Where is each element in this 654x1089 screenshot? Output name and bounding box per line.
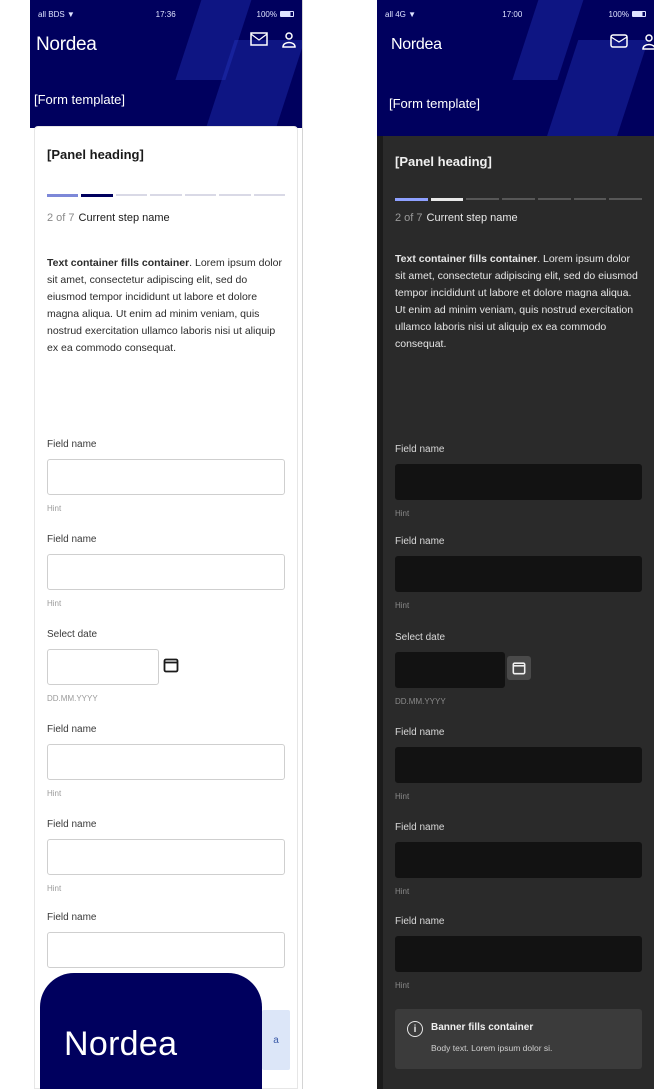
text-input[interactable] (47, 839, 285, 875)
status-bar: all 4G ▼ 17:00 100% (385, 8, 646, 20)
text-input[interactable] (47, 932, 285, 968)
text-input[interactable] (395, 936, 642, 972)
clock: 17:36 (155, 9, 176, 19)
field-hint: Hint (47, 884, 62, 893)
text-field: Field name Hint (395, 727, 642, 807)
field-label: Select date (47, 629, 98, 640)
dark-mode-screen: all 4G ▼ 17:00 100% Nordea [Form templat… (377, 0, 654, 1089)
primary-button[interactable]: a (262, 1010, 290, 1070)
text-field: Field name Hint (47, 534, 285, 614)
field-label: Field name (395, 916, 445, 927)
field-label: Field name (47, 724, 97, 735)
calendar-icon[interactable] (161, 655, 181, 675)
field-label: Field name (395, 536, 445, 547)
calendar-icon[interactable] (507, 656, 531, 680)
step-indicator: 2 of 7 Current step name (47, 212, 170, 224)
mail-icon[interactable] (610, 34, 628, 50)
field-label: Field name (47, 439, 97, 450)
field-hint: Hint (47, 789, 62, 798)
battery-indicator: 100% (257, 10, 294, 19)
profile-icon[interactable] (642, 34, 654, 50)
field-hint: Hint (395, 509, 410, 518)
text-input[interactable] (47, 459, 285, 495)
form-title: [Form template] (389, 96, 481, 111)
clock: 17:00 (502, 9, 523, 19)
text-input[interactable] (395, 842, 642, 878)
field-label: Field name (395, 444, 445, 455)
field-hint: Hint (47, 599, 62, 608)
app-icon-wordmark: Nordea (64, 1025, 178, 1063)
text-input[interactable] (47, 554, 285, 590)
text-input[interactable] (395, 556, 642, 592)
date-field: Select date DD.MM.YYYY (47, 629, 285, 709)
text-field: Field name Hint (395, 916, 642, 996)
profile-icon[interactable] (282, 32, 296, 48)
app-header: all BDS ▼ 17:36 100% Nordea [Form templa… (30, 0, 302, 128)
field-hint: Hint (395, 887, 410, 896)
battery-indicator: 100% (609, 10, 646, 19)
field-hint: Hint (395, 601, 410, 610)
info-banner: i Banner fills container Body text. Lore… (395, 1009, 642, 1069)
text-field: Field name Hint (47, 439, 285, 519)
panel-heading: [Panel heading] (47, 147, 144, 162)
field-label: Field name (395, 822, 445, 833)
date-input[interactable] (395, 652, 505, 688)
text-container: Text container fills container. Lorem ip… (47, 257, 282, 354)
banner-title: Banner fills container (431, 1022, 534, 1033)
form-panel: [Panel heading] 2 of 7 Current step name … (383, 136, 654, 1089)
progress-stepper (47, 194, 285, 198)
text-field: Field name Hint (395, 822, 642, 902)
text-input[interactable] (395, 464, 642, 500)
form-title: [Form template] (34, 92, 126, 107)
field-hint: DD.MM.YYYY (395, 697, 446, 706)
banner-text: Body text. Lorem ipsum dolor si. (431, 1043, 553, 1053)
brand-logo: Nordea (391, 36, 442, 53)
date-field: Select date DD.MM.YYYY (395, 632, 642, 712)
field-label: Field name (47, 819, 97, 830)
step-indicator: 2 of 7 Current step name (395, 212, 518, 224)
text-field: Field name Hint (47, 819, 285, 899)
field-hint: Hint (395, 792, 410, 801)
field-hint: DD.MM.YYYY (47, 694, 98, 703)
field-label: Select date (395, 632, 446, 643)
light-mode-screen: all BDS ▼ 17:36 100% Nordea [Form templa… (30, 0, 303, 1089)
field-label: Field name (395, 727, 445, 738)
text-input[interactable] (47, 744, 285, 780)
text-container: Text container fills container. Lorem ip… (395, 253, 638, 350)
field-label: Field name (47, 912, 97, 923)
panel-heading: [Panel heading] (395, 154, 492, 169)
brand-logo: Nordea (36, 34, 97, 55)
mail-icon[interactable] (250, 32, 268, 48)
field-label: Field name (47, 534, 97, 545)
nordea-app-icon: Nordea (40, 973, 262, 1089)
date-input[interactable] (47, 649, 159, 685)
status-bar: all BDS ▼ 17:36 100% (38, 8, 294, 20)
form-panel: [Panel heading] 2 of 7 Current step name … (34, 126, 298, 1089)
field-hint: Hint (47, 504, 62, 513)
text-input[interactable] (395, 747, 642, 783)
signal-indicator: all 4G ▼ (385, 9, 417, 19)
field-hint: Hint (395, 981, 410, 990)
text-field: Field name Hint (395, 536, 642, 616)
text-field: Field name Hint (47, 724, 285, 804)
app-header: all 4G ▼ 17:00 100% Nordea [Form templat… (377, 0, 654, 136)
signal-indicator: all BDS ▼ (38, 9, 75, 19)
progress-stepper (395, 198, 643, 202)
info-icon: i (407, 1021, 423, 1037)
text-field: Field name Hint (395, 444, 642, 524)
